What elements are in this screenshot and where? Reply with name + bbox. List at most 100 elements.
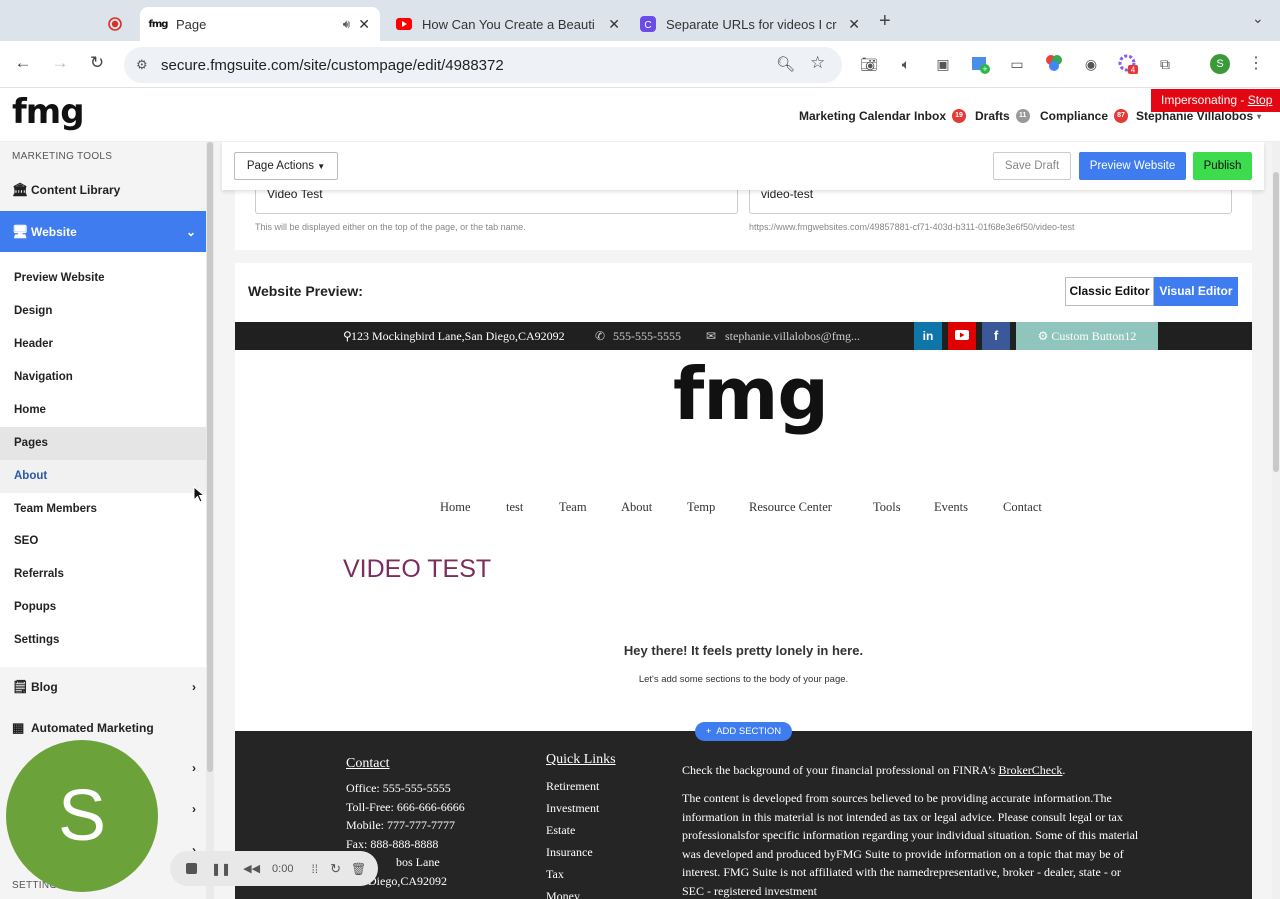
extension-badge-icon[interactable]: 4 — [1118, 54, 1138, 75]
rewind-icon[interactable]: ◀◀ — [243, 862, 260, 875]
site-nav-temp[interactable]: Temp — [687, 500, 715, 515]
browser-menu-icon[interactable]: ⋮ — [1246, 54, 1266, 74]
publish-button[interactable]: Publish — [1193, 152, 1252, 180]
sidebar-item-website[interactable]: 🖥︎ Website ⌄ — [0, 211, 206, 252]
sidebar-subitem-pages[interactable]: Pages — [0, 427, 206, 460]
site-nav-team[interactable]: Team — [559, 500, 587, 515]
quick-link-estate[interactable]: Estate — [546, 819, 599, 841]
sidebar-subitem-navigation[interactable]: Navigation — [0, 361, 206, 394]
quick-link-insurance[interactable]: Insurance — [546, 841, 599, 863]
brokercheck-link[interactable]: BrokerCheck — [998, 763, 1062, 777]
site-phone[interactable]: 555-555-5555 — [613, 329, 681, 344]
trash-icon[interactable]: 🗑︎ — [351, 862, 366, 876]
site-nav-about[interactable]: About — [621, 500, 652, 515]
back-icon[interactable]: ← — [12, 53, 34, 73]
sidebar-scrollbar[interactable] — [206, 142, 214, 899]
quick-link-retirement[interactable]: Retirement — [546, 775, 599, 797]
zoom-icon[interactable]: 🔍︎ — [776, 55, 795, 73]
camera-icon[interactable]: 📷︎ — [859, 54, 879, 74]
site-nav-resource-center[interactable]: Resource Center — [749, 500, 832, 515]
sidebar-subitem-preview-website[interactable]: Preview Website — [0, 262, 206, 295]
sidebar-item-label: Automated Marketing — [31, 721, 154, 735]
extension-eye-icon[interactable]: ◉ — [1081, 54, 1101, 74]
linkedin-icon[interactable]: in — [914, 322, 942, 350]
url-text[interactable]: secure.fmgsuite.com/site/custompage/edit… — [161, 57, 504, 74]
sidebar-item-blog[interactable]: 🗒︎ Blog › — [0, 667, 206, 707]
add-section-button[interactable]: + ADD SECTION — [695, 722, 792, 741]
custom-button[interactable]: ⚙ Custom Button12 — [1016, 322, 1158, 350]
nav-label: Compliance — [1040, 109, 1109, 123]
footer-quick-links-heading: Quick Links — [546, 752, 616, 767]
forward-icon[interactable]: → — [49, 53, 71, 73]
tab-recording[interactable] — [98, 7, 134, 41]
main-scrollbar[interactable] — [1272, 142, 1280, 899]
site-nav-tools[interactable]: Tools — [873, 500, 901, 515]
site-nav-test[interactable]: test — [506, 500, 523, 515]
stop-impersonating-link[interactable]: Stop — [1248, 93, 1273, 107]
site-nav-contact[interactable]: Contact — [1003, 500, 1042, 515]
scrollbar-thumb[interactable] — [207, 142, 213, 772]
scrollbar-thumb[interactable] — [1273, 172, 1279, 472]
marketing-calendar-link[interactable]: Marketing Calendar — [799, 109, 910, 123]
drafts-link[interactable]: Drafts 11 — [975, 109, 1030, 123]
classic-editor-toggle[interactable]: Classic Editor — [1065, 277, 1154, 306]
sidebar-subitem-seo[interactable]: SEO — [0, 525, 206, 558]
nav-label: Marketing Calendar — [799, 109, 911, 123]
picture-in-picture-icon[interactable]: ▣ — [933, 54, 953, 74]
quick-link-money[interactable]: Money — [546, 885, 599, 899]
site-nav-events[interactable]: Events — [934, 500, 968, 515]
reload-icon[interactable]: ↻ — [86, 53, 108, 73]
compliance-link[interactable]: Compliance 87 — [1040, 109, 1129, 123]
profile-avatar[interactable]: S — [1210, 54, 1230, 74]
visual-editor-toggle[interactable]: Visual Editor — [1154, 277, 1238, 306]
facebook-icon[interactable]: f — [982, 322, 1010, 350]
close-tab-icon[interactable]: ✕ — [358, 16, 370, 33]
tab-page[interactable]: fmg Page 🔊︎ ✕ — [140, 7, 380, 41]
impersonating-label: Impersonating - — [1161, 93, 1248, 107]
sidebar-subitem-home[interactable]: Home — [0, 394, 206, 427]
app-logo[interactable]: fmg — [12, 92, 85, 132]
pause-icon[interactable]: ❚❚ — [211, 862, 231, 876]
page-settings-card: Video Test This will be displayed either… — [235, 182, 1252, 250]
site-logo[interactable]: fmg — [673, 358, 829, 430]
save-draft-button[interactable]: Save Draft — [993, 152, 1071, 180]
stop-icon[interactable] — [186, 863, 197, 874]
empty-state-title: Hey there! It feels pretty lonely in her… — [623, 643, 864, 658]
new-tab-icon[interactable]: + — [879, 10, 891, 33]
tab-search-chevron-icon[interactable]: ⌄ — [1252, 10, 1264, 27]
tab-youtube[interactable]: How Can You Create a Beauti ✕ — [386, 7, 630, 41]
audio-icon[interactable]: 🔈︎ — [896, 54, 916, 74]
bookmark-star-icon[interactable]: ☆ — [810, 53, 825, 73]
close-tab-icon[interactable]: ✕ — [608, 16, 620, 33]
sidebar-subitem-referrals[interactable]: Referrals — [0, 558, 206, 591]
preview-website-button[interactable]: Preview Website — [1079, 152, 1186, 180]
quick-link-investment[interactable]: Investment — [546, 797, 599, 819]
close-tab-icon[interactable]: ✕ — [848, 16, 860, 33]
tab-separate-urls[interactable]: C Separate URLs for videos I cr ✕ — [630, 7, 870, 41]
calendar-icon: ▦ — [12, 720, 25, 735]
extensions-puzzle-icon[interactable]: ⧉ — [1155, 54, 1175, 74]
sidebar-subitem-header[interactable]: Header — [0, 328, 206, 361]
extension-screen-icon[interactable]: ▭ — [1007, 54, 1027, 74]
contact-office: Office: 555-555-5555 — [346, 781, 451, 795]
speaker-icon[interactable]: 🔊︎ — [343, 17, 351, 32]
sidebar-subitem-about[interactable]: About — [0, 460, 206, 493]
sidebar-item-content-library[interactable]: 🏛︎ Content Library — [0, 170, 206, 210]
address-bar[interactable]: ⚙ secure.fmgsuite.com/site/custompage/ed… — [124, 47, 842, 83]
youtube-icon[interactable] — [948, 322, 976, 350]
sidebar-subitem-team-members[interactable]: Team Members — [0, 493, 206, 526]
inbox-link[interactable]: Inbox 19 — [914, 109, 966, 123]
site-info-icon[interactable]: ⚙ — [136, 57, 148, 73]
site-nav-home[interactable]: Home — [440, 500, 471, 515]
page-actions-dropdown[interactable]: Page Actions ▼ — [234, 152, 338, 180]
quick-link-tax[interactable]: Tax — [546, 863, 599, 885]
sidebar-subitem-design[interactable]: Design — [0, 295, 206, 328]
extension-calendar-icon[interactable]: + — [970, 54, 990, 74]
sidebar-subitem-settings[interactable]: Settings — [0, 624, 206, 657]
site-email[interactable]: stephanie.villalobos@fmg... — [725, 329, 860, 344]
extension-color-icon[interactable] — [1044, 54, 1064, 74]
sidebar-subitem-popups[interactable]: Popups — [0, 591, 206, 624]
drag-handle-icon[interactable]: ⁞⁞ — [311, 862, 318, 876]
restart-icon[interactable]: ↻ — [330, 861, 341, 877]
youtube-icon — [396, 16, 412, 32]
